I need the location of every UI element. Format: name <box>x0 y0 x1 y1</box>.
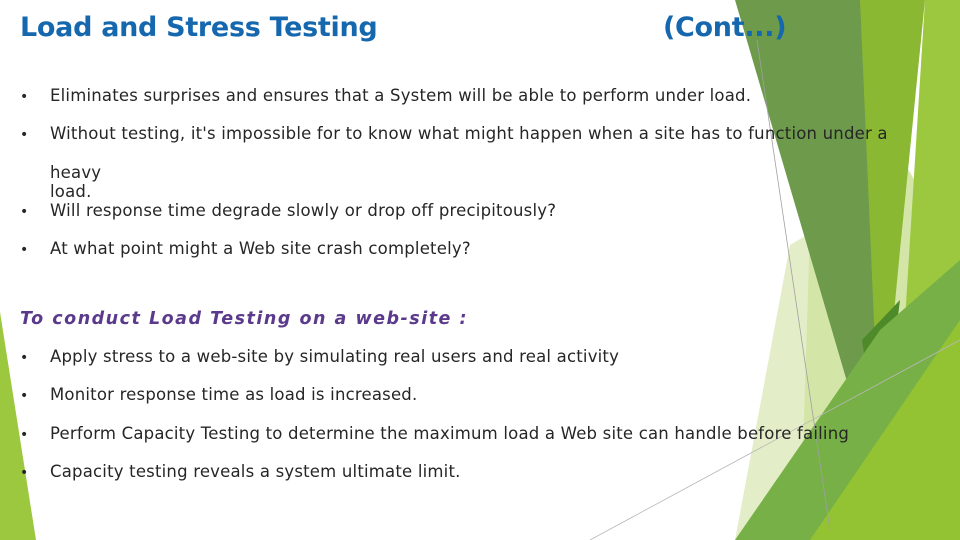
bullet-text: Without testing, it's impossible for to … <box>50 124 888 143</box>
bullet-item: • Eliminates surprises and ensures that a… <box>20 86 751 105</box>
bullet-text: At what point might a Web site crash com… <box>50 239 471 258</box>
bullet-text: Eliminates surprises and ensures that a … <box>50 86 752 105</box>
bullet-text: Perform Capacity Testing to determine th… <box>50 424 850 443</box>
section-subheading: To conduct Load Testing on a web-site : <box>20 309 469 329</box>
bullet-icon: • <box>20 350 29 366</box>
slide-title-suffix: (Cont...) <box>663 12 787 43</box>
bullet-continuation: heavy load. <box>50 163 102 201</box>
slide-title: Load and Stress Testing <box>20 12 378 43</box>
bullet-item: • Will response time degrade slowly or dr… <box>20 201 556 220</box>
bullet-item: • Capacity testing reveals a system ultim… <box>20 462 461 481</box>
bullet-item: • Without testing, it's impossible for to… <box>20 124 888 143</box>
bullet-text: Monitor response time as load is increas… <box>50 385 418 404</box>
bullet-icon: • <box>20 204 29 220</box>
slide: Load and Stress Testing (Cont...) • Elimi… <box>0 0 960 540</box>
bullet-icon: • <box>20 427 29 443</box>
bullet-icon: • <box>20 388 29 404</box>
bullet-item: • At what point might a Web site crash co… <box>20 239 471 258</box>
bullet-item: • Monitor response time as load is increa… <box>20 385 417 404</box>
bullet-text: Will response time degrade slowly or dro… <box>50 201 557 220</box>
bullet-text: Capacity testing reveals a system ultima… <box>50 462 461 481</box>
bullet-icon: • <box>20 127 29 143</box>
bullet-item: • Apply stress to a web-site by simulatin… <box>20 347 619 366</box>
bullet-icon: • <box>20 465 29 481</box>
decorative-shapes <box>0 0 960 540</box>
bullet-item: • Perform Capacity Testing to determine t… <box>20 424 849 443</box>
bullet-text: Apply stress to a web-site by simulating… <box>50 347 620 366</box>
bullet-icon: • <box>20 242 29 258</box>
bullet-icon: • <box>20 89 29 105</box>
